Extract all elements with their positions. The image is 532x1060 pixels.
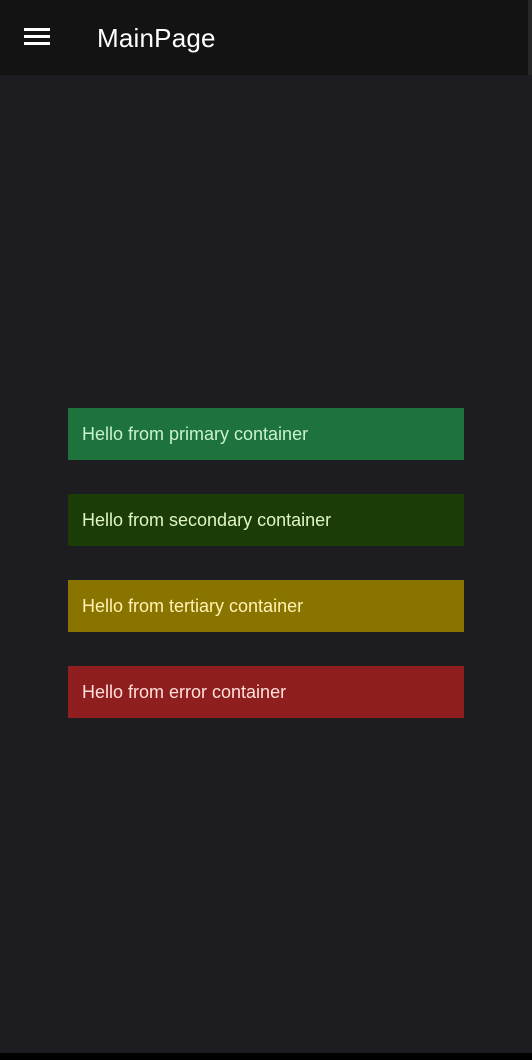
- error-container: Hello from error container: [68, 666, 464, 718]
- tertiary-container: Hello from tertiary container: [68, 580, 464, 632]
- secondary-container: Hello from secondary container: [68, 494, 464, 546]
- hamburger-menu-icon: [24, 28, 50, 45]
- primary-container-label: Hello from primary container: [82, 423, 309, 444]
- page-title: MainPage: [97, 23, 216, 53]
- app-bar: MainPage: [0, 0, 532, 75]
- menu-button[interactable]: [18, 18, 58, 58]
- app-bar-edge: [528, 0, 532, 75]
- container-list: Hello from primary container Hello from …: [68, 408, 464, 752]
- tertiary-container-label: Hello from tertiary container: [82, 595, 304, 616]
- app-screen: MainPage Hello from primary container He…: [0, 0, 532, 1053]
- error-container-label: Hello from error container: [82, 681, 287, 702]
- primary-container: Hello from primary container: [68, 408, 464, 460]
- secondary-container-label: Hello from secondary container: [82, 509, 332, 530]
